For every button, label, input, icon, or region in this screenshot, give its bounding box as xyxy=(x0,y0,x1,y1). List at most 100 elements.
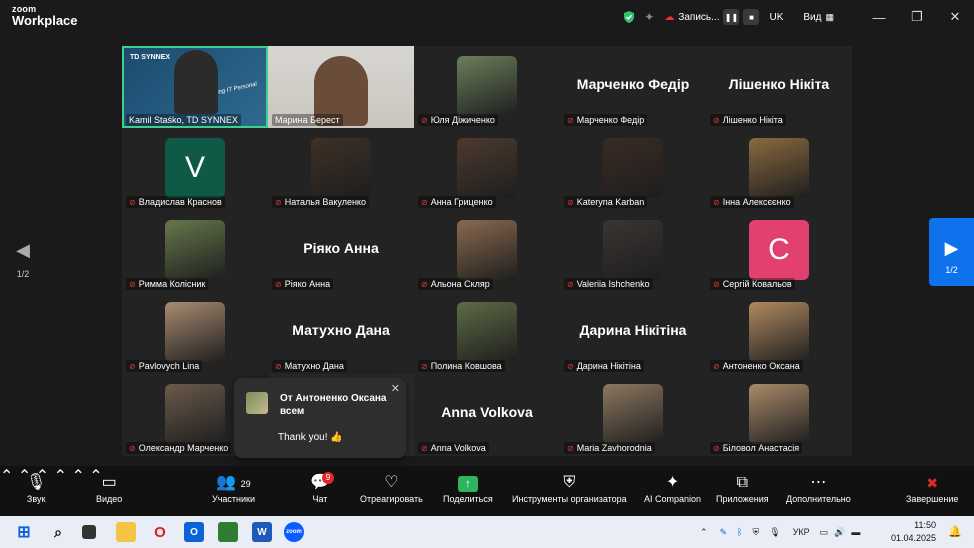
participant-tile[interactable]: ⊘ Альона Скляр xyxy=(414,210,560,292)
participant-tile[interactable]: C ⊘ Сергій Ковальов xyxy=(706,210,852,292)
participant-tile[interactable]: ⊘ Біловол Анастасія xyxy=(706,374,852,456)
store-icon[interactable] xyxy=(218,522,238,542)
react-button[interactable]: ♡ Отреагировать xyxy=(360,472,423,504)
muted-mic-icon: ⊘ xyxy=(129,197,136,207)
participant-tile[interactable]: Матухно Дана ⊘ Матухно Дана xyxy=(268,292,414,374)
participant-tile[interactable]: Лішенко Нікіта ⊘ Лішенко Нікіта xyxy=(706,46,852,128)
tray-app-icon[interactable]: ✎ xyxy=(720,527,728,538)
video-button[interactable]: ▭ Видео xyxy=(96,472,122,504)
minimize-icon[interactable]: — xyxy=(860,10,898,25)
input-language[interactable]: УКР xyxy=(793,527,810,537)
muted-mic-icon: ⊘ xyxy=(567,115,574,125)
muted-mic-icon: ⊘ xyxy=(421,197,428,207)
chat-notification[interactable]: От Антоненко Оксана всем Thank you! 👍 ✕ xyxy=(234,378,406,458)
end-meeting-button[interactable]: ✖ Завершение xyxy=(906,472,958,504)
participant-tile[interactable]: ⊘ Kateryna Karban xyxy=(560,128,706,210)
view-button[interactable]: Вид xyxy=(803,12,821,23)
prev-page-button[interactable]: ◀ 1/2 xyxy=(10,240,36,279)
participant-name: Матухно Дана xyxy=(284,361,344,371)
muted-mic-icon: ⊘ xyxy=(421,443,428,453)
volume-icon[interactable]: 🔊 xyxy=(834,527,845,538)
encryption-shield-icon[interactable] xyxy=(622,10,636,24)
zoom-window: zoom Workplace ✦ ☁ Запись... ❚❚ ■ UK Вид… xyxy=(0,0,974,516)
participant-tile[interactable]: TD SYNNEX ying IT Personal Kamil Staśko, T… xyxy=(122,46,268,128)
pause-recording-button[interactable]: ❚❚ xyxy=(723,9,740,25)
logo-bottom: Workplace xyxy=(12,13,78,28)
share-button[interactable]: ↑ Поделиться xyxy=(443,472,493,504)
participant-name-label: ⊘ Біловол Анастасія xyxy=(710,442,803,454)
participant-photo xyxy=(165,302,225,362)
clock-date: 01.04.2025 xyxy=(890,533,936,543)
battery-icon[interactable]: ▬ xyxy=(851,527,860,537)
participant-tile[interactable]: ⊘ Римма Колісник xyxy=(122,210,268,292)
share-label: Поделиться xyxy=(443,494,493,504)
next-page-button[interactable]: ▶ 1/2 xyxy=(929,218,974,286)
participant-tile[interactable]: Anna Volkova ⊘ Anna Volkova xyxy=(414,374,560,456)
clock[interactable]: 11:50 01.04.2025 xyxy=(891,519,936,545)
muted-mic-icon: ⊘ xyxy=(567,443,574,453)
chat-button[interactable]: 💬 9 Чат xyxy=(310,472,334,504)
participant-tile[interactable]: ⊘ Pavlovych Lina xyxy=(122,292,268,374)
participant-tile[interactable]: ⊘ Інна Алексєєнко xyxy=(706,128,852,210)
participant-tile[interactable]: Дарина Нікітіна ⊘ Дарина Нікітіна xyxy=(560,292,706,374)
search-icon[interactable]: ⌕ xyxy=(48,522,68,542)
participant-name-label: ⊘ Ріяко Анна xyxy=(272,278,334,290)
participant-tile[interactable]: Марина Берест xyxy=(268,46,414,128)
participant-photo xyxy=(457,302,517,362)
tray-mic-icon[interactable]: 🎙 xyxy=(769,527,780,538)
participant-name-label: ⊘ Valeriia Ishchenko xyxy=(564,278,653,290)
participant-tile[interactable]: ⊘ Юля Діжиченко xyxy=(414,46,560,128)
restore-icon[interactable]: ❐ xyxy=(898,9,936,25)
participant-tile[interactable]: ⊘ Наталья Вакуленко xyxy=(268,128,414,210)
cloud-record-icon: ☁ xyxy=(664,11,675,23)
participant-tile[interactable]: ⊘ Анна Гриценко xyxy=(414,128,560,210)
participant-initial: V xyxy=(165,138,225,198)
recording-indicator[interactable]: ☁ Запись... ❚❚ ■ xyxy=(664,9,760,25)
page-indicator-right: 1/2 xyxy=(945,265,958,275)
network-icon[interactable]: ▭ xyxy=(820,527,829,538)
notification-bell-icon[interactable]: 🔔 xyxy=(948,525,962,538)
close-icon[interactable]: ✕ xyxy=(936,9,974,25)
participant-name: Полина Ковшова xyxy=(430,361,502,371)
audio-button[interactable]: 🎙 Звук xyxy=(26,472,46,504)
participant-name: Maria Zavhorodnia xyxy=(576,443,652,453)
outlook-icon[interactable]: O xyxy=(184,522,204,542)
more-button[interactable]: ⋯ Дополнительно xyxy=(786,472,851,504)
participant-tile[interactable]: Марченко Федір ⊘ Марченко Федір xyxy=(560,46,706,128)
participant-tile[interactable]: ⊘ Maria Zavhorodnia xyxy=(560,374,706,456)
muted-mic-icon: ⊘ xyxy=(129,279,136,289)
muted-mic-icon: ⊘ xyxy=(713,443,720,453)
opera-icon[interactable]: O xyxy=(150,522,170,542)
muted-mic-icon: ⊘ xyxy=(421,361,428,371)
muted-mic-icon: ⊘ xyxy=(567,279,574,289)
stop-recording-button[interactable]: ■ xyxy=(743,9,760,25)
muted-mic-icon: ⊘ xyxy=(567,361,574,371)
apps-button[interactable]: ⧉ Приложения xyxy=(716,472,769,504)
participant-tile[interactable]: ⊘ Valeriia Ishchenko xyxy=(560,210,706,292)
sparkle-icon[interactable]: ✦ xyxy=(644,10,654,24)
participant-photo xyxy=(603,138,663,198)
windows-start-icon[interactable]: ⊞ xyxy=(14,522,34,542)
zoom-taskbar-icon[interactable]: zoom xyxy=(284,522,304,542)
host-tools-button[interactable]: ⛨ Инструменты организатора xyxy=(512,472,627,504)
close-icon[interactable]: ✕ xyxy=(391,382,400,395)
file-explorer-icon[interactable] xyxy=(116,522,136,542)
audio-options-chevron-icon[interactable]: ⌃ xyxy=(0,468,13,485)
grid-view-icon[interactable]: ▦ xyxy=(825,12,834,23)
participants-button[interactable]: 👥 29 Участники xyxy=(212,472,255,504)
language-label[interactable]: UK xyxy=(769,12,783,23)
ai-companion-button[interactable]: ✦ AI Companion xyxy=(644,472,701,504)
participant-tile[interactable]: ⊘ Антоненко Оксана xyxy=(706,292,852,374)
task-view-icon[interactable] xyxy=(82,525,96,539)
participant-name-label: ⊘ Maria Zavhorodnia xyxy=(564,442,655,454)
react-chevron-icon[interactable]: ⌃ xyxy=(71,468,84,485)
participant-tile[interactable]: V ⊘ Владислав Краснов xyxy=(122,128,268,210)
participant-photo xyxy=(457,138,517,198)
chat-chevron-icon[interactable]: ⌃ xyxy=(54,468,67,485)
participant-tile[interactable]: ⊘ Полина Ковшова xyxy=(414,292,560,374)
participant-tile[interactable]: Ріяко Анна ⊘ Ріяко Анна xyxy=(268,210,414,292)
word-icon[interactable]: W xyxy=(252,522,272,542)
tray-shield-icon[interactable]: ⛨ xyxy=(753,527,760,538)
tray-chevron-icon[interactable]: ⌃ xyxy=(700,527,708,538)
bluetooth-icon[interactable]: ᛒ xyxy=(737,527,742,537)
